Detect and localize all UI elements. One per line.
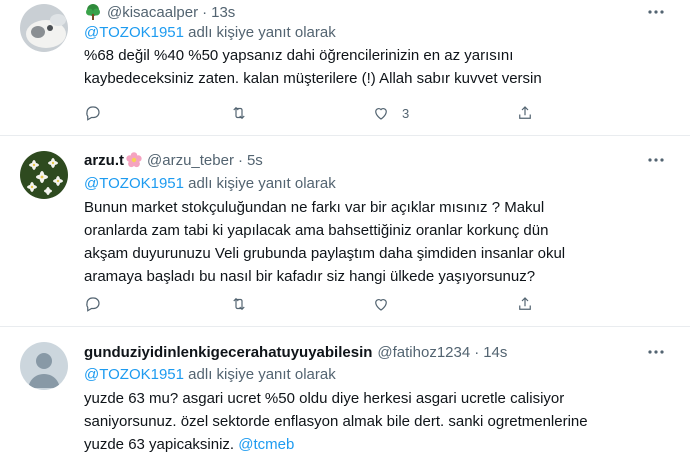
tweet-text: %68 değil %40 %50 yapsanız dahi öğrencil… (84, 47, 542, 87)
tweet-actions (84, 295, 531, 315)
reply-mention-link[interactable]: @TOZOK1951 (84, 175, 184, 192)
reply-button[interactable] (84, 295, 114, 313)
like-count: 3 (402, 105, 410, 121)
avatar[interactable] (20, 151, 68, 199)
share-icon (519, 297, 531, 310)
replying-to: @TOZOK1951 adlı kişiye yanıt olarak (84, 24, 336, 41)
reply-icon (86, 106, 100, 121)
retweet-button[interactable] (230, 104, 260, 122)
reply-button[interactable] (84, 104, 114, 122)
tweet-mention-link[interactable]: @tcmeb (238, 436, 294, 453)
tweet-2[interactable]: arzu.t @arzu_teber · 5s @TOZOK1951 adlı … (0, 137, 690, 327)
handle[interactable]: @kisacaalper (107, 4, 198, 21)
reply-suffix: adlı kişiye yanıt olarak (188, 24, 336, 41)
tweet-text-body: yuzde 63 mu? asgari ucret %50 oldu diye … (84, 390, 588, 453)
tweet-actions: 3 (84, 104, 531, 124)
replying-to: @TOZOK1951 adlı kişiye yanıt olarak (84, 175, 336, 192)
like-button[interactable] (372, 295, 402, 313)
tweet-text: yuzde 63 mu? asgari ucret %50 oldu diye … (84, 387, 674, 456)
more-options-icon[interactable] (646, 2, 666, 22)
retweet-button[interactable] (230, 295, 260, 313)
tweet-header: @kisacaalper · 13s (84, 2, 235, 22)
timestamp[interactable]: 5s (247, 152, 263, 169)
replying-to: @TOZOK1951 adlı kişiye yanıt olarak (84, 366, 336, 383)
tweet-header: arzu.t @arzu_teber · 5s (84, 150, 263, 170)
reply-suffix: adlı kişiye yanıt olarak (188, 175, 336, 192)
heart-icon (375, 299, 387, 311)
timestamp[interactable]: 13s (211, 4, 235, 21)
tweet-header: gunduziyidinlenkigecerahatuyuyabilesin @… (84, 342, 507, 362)
tweet-3[interactable]: gunduziyidinlenkigecerahatuyuyabilesin @… (0, 328, 690, 453)
display-name[interactable]: gunduziyidinlenkigecerahatuyuyabilesin (84, 344, 372, 361)
more-options-icon[interactable] (646, 150, 666, 170)
separator-dot: · (202, 3, 208, 21)
handle[interactable]: @fatihoz1234 (377, 344, 470, 361)
default-avatar[interactable] (20, 342, 68, 390)
heart-icon (375, 108, 387, 120)
tree-icon (86, 4, 100, 20)
reply-mention-link[interactable]: @TOZOK1951 (84, 366, 184, 383)
avatar[interactable] (20, 4, 68, 52)
timestamp[interactable]: 14s (483, 344, 507, 361)
reply-mention-link[interactable]: @TOZOK1951 (84, 24, 184, 41)
retweet-icon (233, 106, 245, 120)
like-button[interactable]: 3 (372, 104, 409, 122)
separator-dot: · (237, 151, 243, 169)
display-name[interactable]: arzu.t (84, 152, 124, 169)
retweet-icon (233, 297, 245, 311)
share-button[interactable] (516, 104, 534, 122)
more-options-icon[interactable] (646, 342, 666, 362)
reply-icon (86, 297, 100, 312)
tweet-text: Bunun market stokçuluğundan ne farkı var… (84, 199, 566, 285)
share-button[interactable] (516, 295, 534, 313)
handle[interactable]: @arzu_teber (147, 152, 234, 169)
separator-dot: · (474, 343, 480, 361)
share-icon (519, 106, 531, 119)
reply-suffix: adlı kişiye yanıt olarak (188, 366, 336, 383)
tweet-1[interactable]: @kisacaalper · 13s @TOZOK1951 adlı kişiy… (0, 0, 690, 136)
flower-icon (126, 152, 142, 168)
